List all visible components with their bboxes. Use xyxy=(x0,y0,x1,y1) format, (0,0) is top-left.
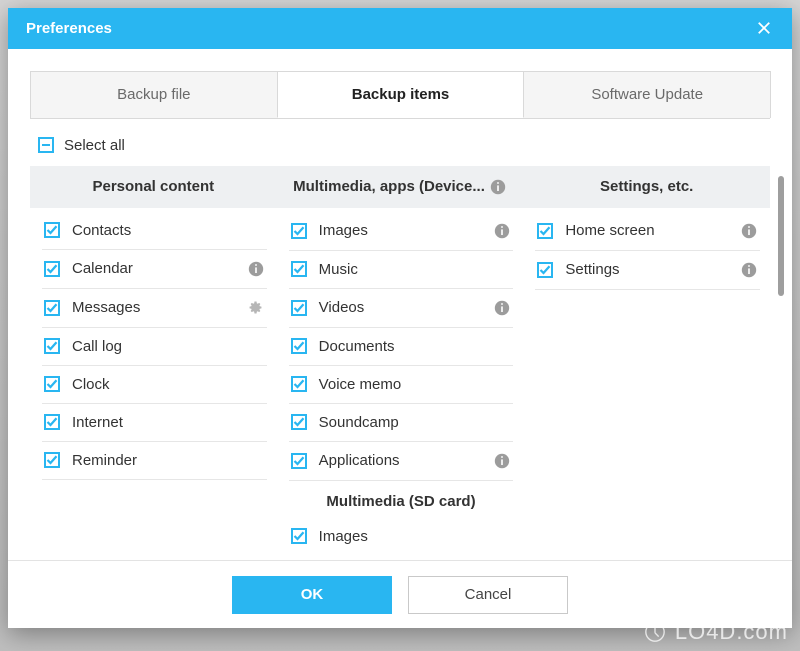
list-item: Home screen xyxy=(535,212,760,251)
columns: Contacts Calendar Messages Call log Clock Int… xyxy=(30,208,770,554)
multimedia-3-label: Documents xyxy=(319,338,512,355)
multimedia-4-checkbox[interactable] xyxy=(291,376,307,392)
list-item: Internet xyxy=(42,404,267,442)
settings-0-label: Home screen xyxy=(565,222,728,239)
list-item: Music xyxy=(289,251,514,289)
col-header-settings: Settings, etc. xyxy=(523,166,770,208)
personal-1-label: Calendar xyxy=(72,260,235,277)
multimedia-6-checkbox[interactable] xyxy=(291,453,307,469)
list-item: Soundcamp xyxy=(289,404,514,442)
list-item: Images xyxy=(289,212,514,251)
info-icon[interactable] xyxy=(740,222,758,240)
personal-3-label: Call log xyxy=(72,338,265,355)
info-icon[interactable] xyxy=(489,178,507,196)
column-personal: Contacts Calendar Messages Call log Clock Int… xyxy=(30,208,277,554)
select-all-label: Select all xyxy=(64,137,125,154)
list-item: Applications xyxy=(289,442,514,481)
list-item: Calendar xyxy=(42,250,267,289)
personal-6-checkbox[interactable] xyxy=(44,452,60,468)
personal-0-label: Contacts xyxy=(72,222,265,239)
personal-5-checkbox[interactable] xyxy=(44,414,60,430)
ok-button[interactable]: OK xyxy=(232,576,392,614)
multimedia-3-checkbox[interactable] xyxy=(291,338,307,354)
list-item: Clock xyxy=(42,366,267,404)
list-item: Messages xyxy=(42,289,267,328)
col-header-multimedia: Multimedia, apps (Device... xyxy=(277,166,524,208)
columns-wrap: Personal content Multimedia, apps (Devic… xyxy=(30,166,770,560)
info-icon[interactable] xyxy=(740,261,758,279)
personal-0-checkbox[interactable] xyxy=(44,222,60,238)
titlebar: Preferences xyxy=(8,8,792,49)
col-header-personal: Personal content xyxy=(30,166,277,208)
personal-2-checkbox[interactable] xyxy=(44,300,60,316)
personal-6-label: Reminder xyxy=(72,452,265,469)
window-title: Preferences xyxy=(26,20,112,37)
info-icon[interactable] xyxy=(247,260,265,278)
content-area: Select all Personal content Multimedia, … xyxy=(8,119,792,560)
multimedia-0-checkbox[interactable] xyxy=(291,223,307,239)
sdcard-0-label: Images xyxy=(319,528,512,545)
subheader-sdcard: Multimedia (SD card) xyxy=(289,481,514,518)
column-multimedia: Images Music Videos Documents Voice memo Soun… xyxy=(277,208,524,554)
list-item: Contacts xyxy=(42,212,267,250)
list-item: Images xyxy=(289,518,514,554)
list-item: Call log xyxy=(42,328,267,366)
tab-software-update[interactable]: Software Update xyxy=(523,71,771,118)
settings-1-label: Settings xyxy=(565,261,728,278)
list-item: Settings xyxy=(535,251,760,290)
multimedia-6-label: Applications xyxy=(319,452,482,469)
list-item: Documents xyxy=(289,328,514,366)
multimedia-4-label: Voice memo xyxy=(319,376,512,393)
dialog-footer: OK Cancel xyxy=(8,560,792,628)
sdcard-0-checkbox[interactable] xyxy=(291,528,307,544)
scrollbar[interactable] xyxy=(778,176,784,296)
info-icon[interactable] xyxy=(493,222,511,240)
personal-3-checkbox[interactable] xyxy=(44,338,60,354)
select-all-checkbox[interactable] xyxy=(38,137,54,153)
multimedia-2-checkbox[interactable] xyxy=(291,300,307,316)
tab-backup-file[interactable]: Backup file xyxy=(30,71,278,118)
settings-0-checkbox[interactable] xyxy=(537,223,553,239)
info-icon[interactable] xyxy=(493,299,511,317)
multimedia-0-label: Images xyxy=(319,222,482,239)
cancel-button[interactable]: Cancel xyxy=(408,576,568,614)
column-settings: Home screen Settings xyxy=(523,208,770,554)
preferences-window: Preferences Backup file Backup items Sof… xyxy=(8,8,792,628)
gear-icon[interactable] xyxy=(247,299,265,317)
personal-5-label: Internet xyxy=(72,414,265,431)
personal-1-checkbox[interactable] xyxy=(44,261,60,277)
multimedia-2-label: Videos xyxy=(319,299,482,316)
list-item: Voice memo xyxy=(289,366,514,404)
personal-4-label: Clock xyxy=(72,376,265,393)
list-item: Reminder xyxy=(42,442,267,480)
multimedia-1-label: Music xyxy=(319,261,512,278)
column-headers: Personal content Multimedia, apps (Devic… xyxy=(30,166,770,208)
personal-4-checkbox[interactable] xyxy=(44,376,60,392)
multimedia-5-checkbox[interactable] xyxy=(291,414,307,430)
select-all-row: Select all xyxy=(30,133,770,166)
list-item: Videos xyxy=(289,289,514,328)
multimedia-1-checkbox[interactable] xyxy=(291,261,307,277)
multimedia-5-label: Soundcamp xyxy=(319,414,512,431)
tab-backup-items[interactable]: Backup items xyxy=(277,71,525,118)
info-icon[interactable] xyxy=(493,452,511,470)
close-icon[interactable] xyxy=(750,14,778,42)
settings-1-checkbox[interactable] xyxy=(537,262,553,278)
personal-2-label: Messages xyxy=(72,299,235,316)
tabstrip: Backup file Backup items Software Update xyxy=(30,71,770,119)
